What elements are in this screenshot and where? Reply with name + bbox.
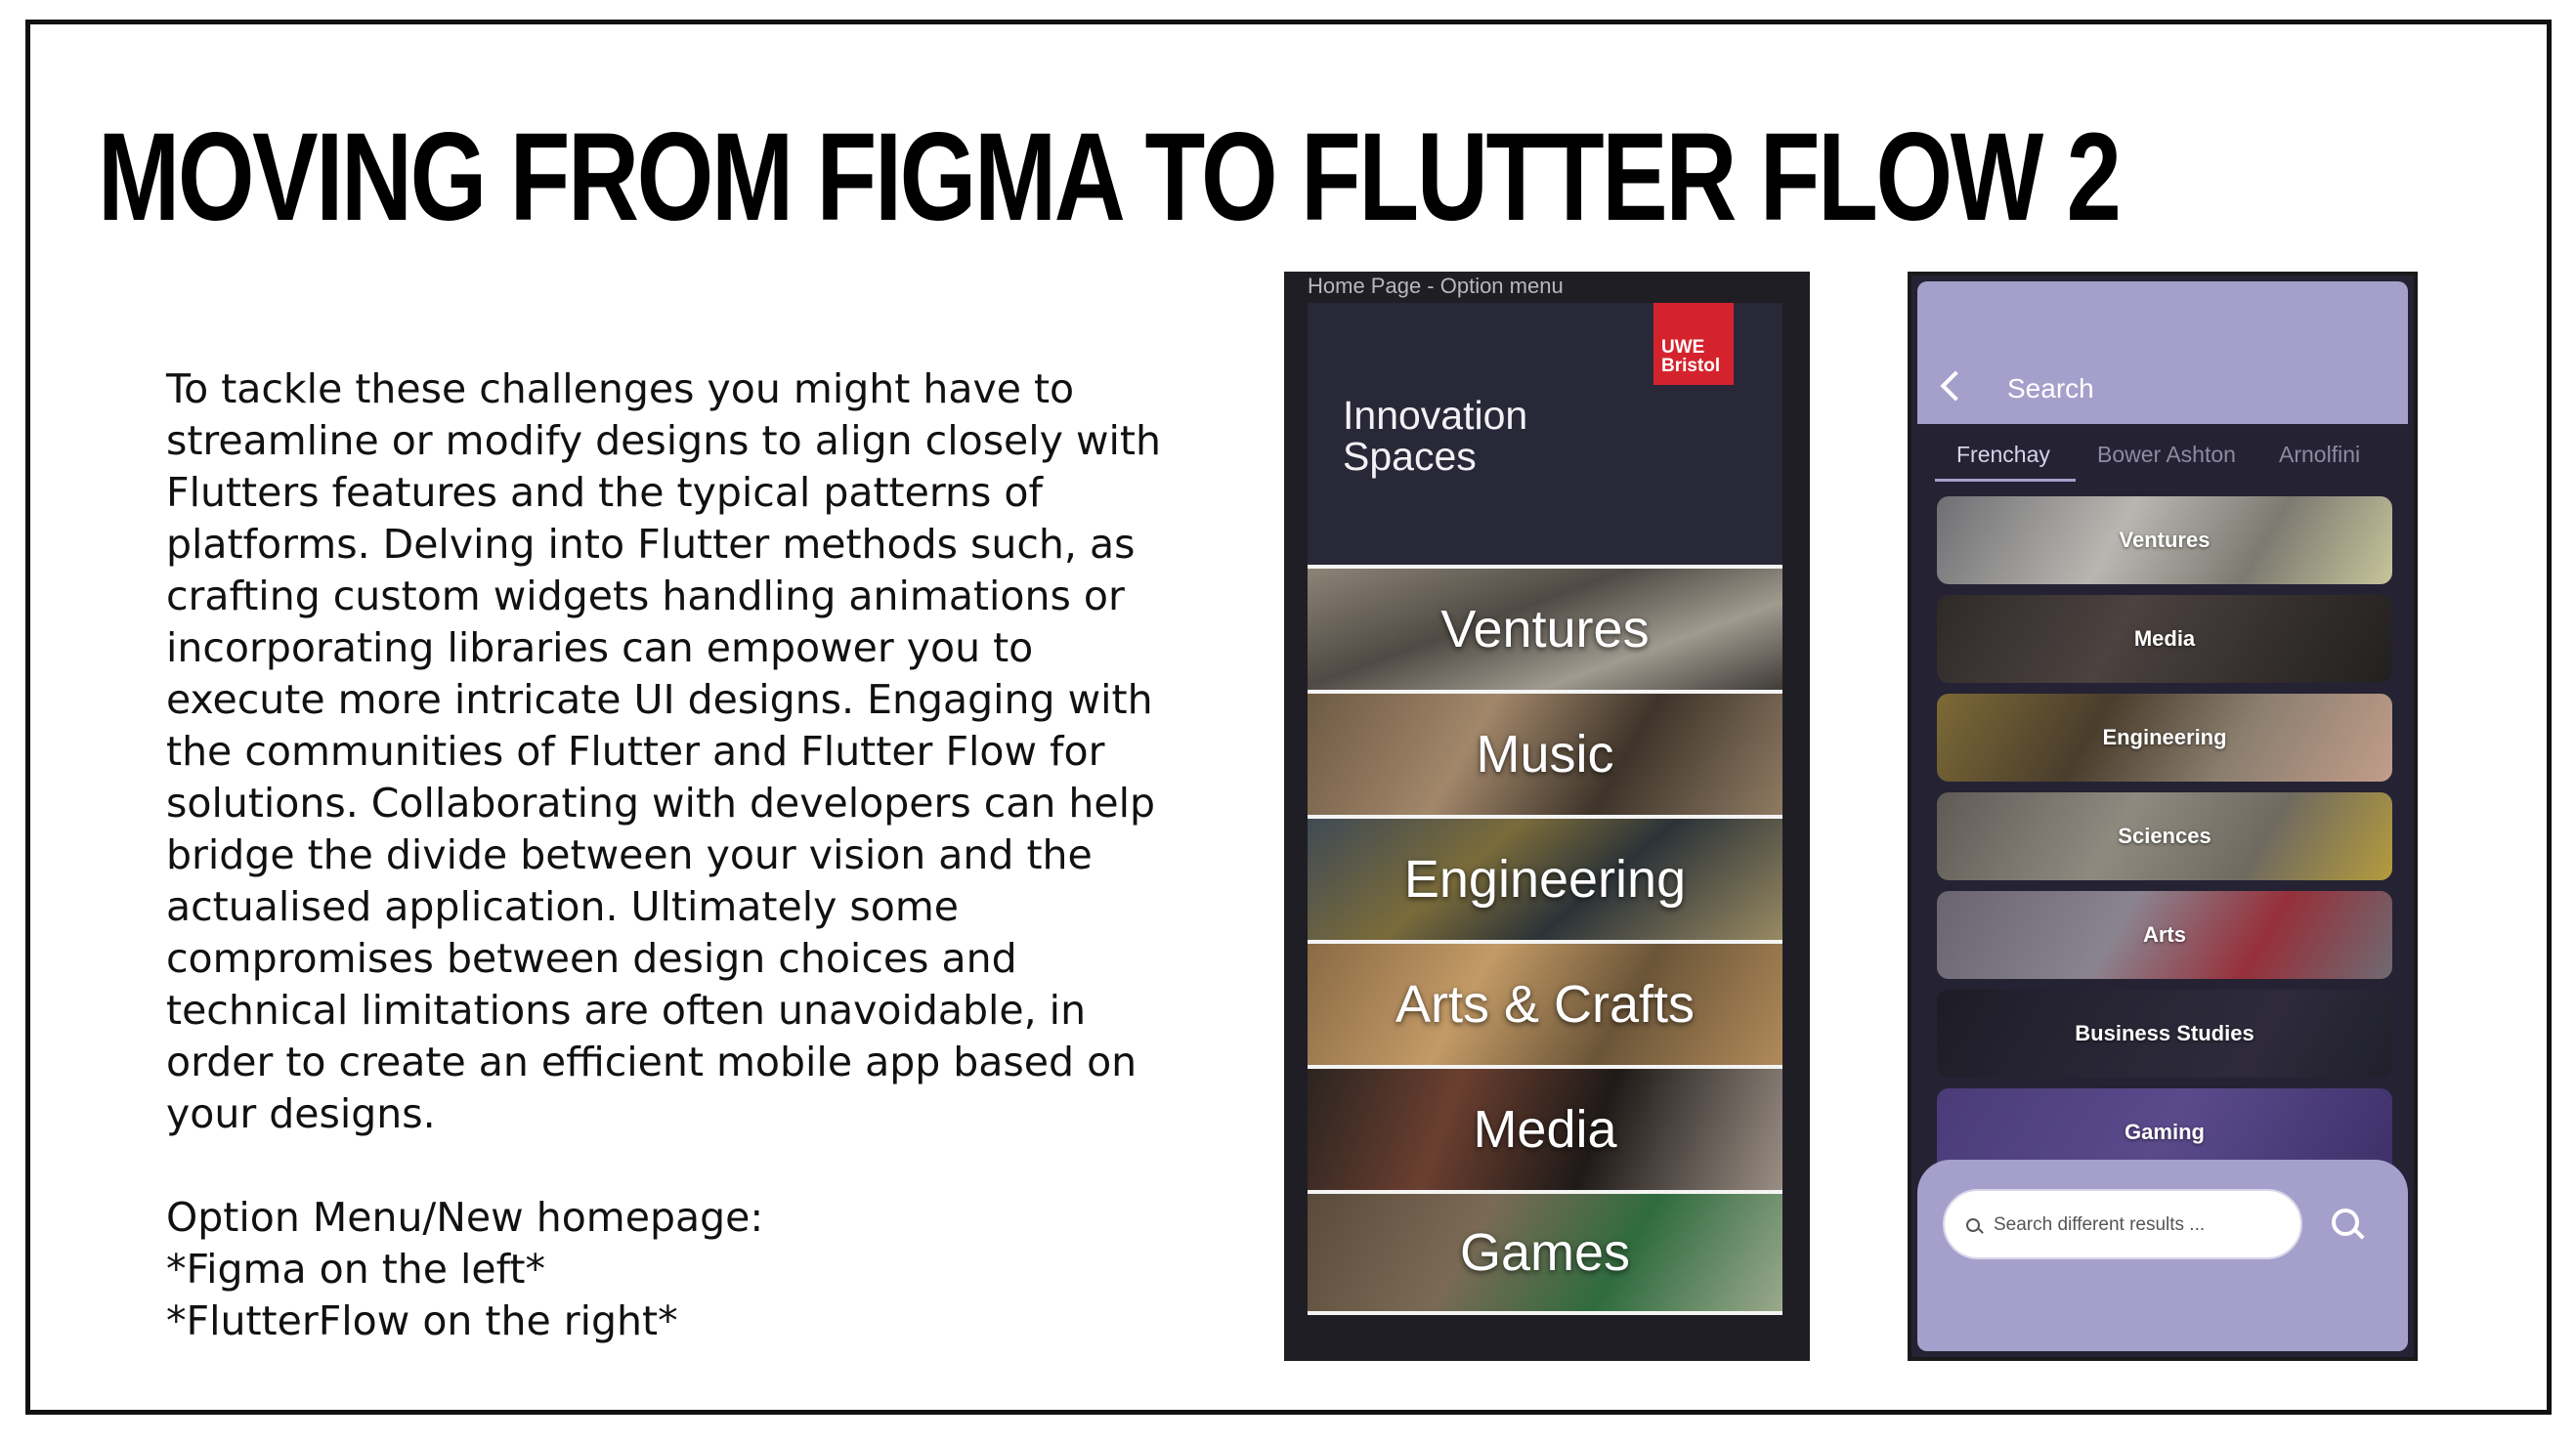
logo-line-2: Bristol [1661, 356, 1721, 376]
active-tab-indicator [1935, 479, 2076, 482]
figma-tile-media[interactable]: Media [1308, 1065, 1782, 1190]
category-card-label: Ventures [2119, 528, 2211, 552]
category-card-label: Media [2133, 626, 2196, 651]
figma-tile-music[interactable]: Music [1308, 690, 1782, 815]
figma-tile-engineering[interactable]: Engineering [1308, 815, 1782, 940]
slide-title: MOVING FROM FIGMA TO FLUTTER FLOW 2 [98, 107, 2122, 247]
flutterflow-mockup: Search Frenchay Bower Ashton Arnolfini V… [1908, 272, 2418, 1361]
figma-tile-games[interactable]: Games [1308, 1190, 1782, 1315]
body-text: To tackle these challenges you might hav… [166, 363, 1182, 1347]
app-bar: Search [1917, 281, 2408, 424]
figma-mockup: Home Page - Option menu UWE Bristol Inno… [1284, 272, 1810, 1361]
figma-heading: Innovation Spaces [1343, 395, 1527, 477]
category-card-label: Sciences [2118, 824, 2211, 848]
figma-tile-label: Arts & Crafts [1395, 975, 1696, 1034]
note-line-2: *Figma on the left* [166, 1246, 545, 1293]
category-card-sciences[interactable]: Sciences [1937, 792, 2392, 880]
search-placeholder: Search different results ... [1994, 1214, 2206, 1235]
tab-frenchay[interactable]: Frenchay [1956, 442, 2050, 468]
uwe-bristol-logo[interactable]: UWE Bristol [1653, 303, 1734, 385]
category-card-label: Gaming [2125, 1120, 2205, 1144]
category-card-media[interactable]: Media [1937, 595, 2392, 683]
category-card-business-studies[interactable]: Business Studies [1937, 990, 2392, 1078]
figma-header: UWE Bristol Innovation Spaces [1308, 303, 1782, 565]
figma-option-list: Ventures Music Engineering Arts & Crafts… [1308, 565, 1782, 1315]
app-bar-title: Search [2007, 373, 2094, 403]
category-card-engineering[interactable]: Engineering [1937, 694, 2392, 782]
heading-line-1: Innovation [1343, 393, 1528, 438]
heading-line-2: Spaces [1343, 434, 1477, 479]
search-icon [1966, 1218, 1980, 1232]
note-line-3: *FlutterFlow on the right* [166, 1297, 678, 1344]
note-line-1: Option Menu/New homepage: [166, 1194, 764, 1241]
search-input[interactable]: Search different results ... [1943, 1189, 2302, 1259]
figma-frame-caption: Home Page - Option menu [1308, 274, 1564, 298]
logo-line-1: UWE [1661, 337, 1705, 358]
figma-tile-label: Ventures [1440, 600, 1650, 658]
figma-tile-label: Engineering [1403, 850, 1687, 909]
campus-tabs: Frenchay Bower Ashton Arnolfini [1935, 432, 2394, 483]
category-card-label: Business Studies [2075, 1021, 2254, 1045]
figma-tile-label: Media [1473, 1100, 1617, 1159]
tab-arnolfini[interactable]: Arnolfini [2279, 442, 2360, 468]
chevron-left-icon[interactable] [1940, 370, 1971, 402]
figma-tile-ventures[interactable]: Ventures [1308, 565, 1782, 690]
tab-bower-ashton[interactable]: Bower Ashton [2097, 442, 2236, 468]
search-panel: Search different results ... [1917, 1160, 2408, 1351]
body-paragraph: To tackle these challenges you might hav… [166, 365, 1161, 1137]
search-icon[interactable] [2332, 1209, 2359, 1236]
figma-tile-label: Games [1459, 1223, 1631, 1282]
category-card-label: Arts [2142, 922, 2186, 947]
category-card-label: Engineering [2102, 725, 2227, 749]
category-list: Ventures Media Engineering Sciences Arts… [1937, 496, 2392, 1187]
figma-tile-arts-crafts[interactable]: Arts & Crafts [1308, 940, 1782, 1065]
category-card-arts[interactable]: Arts [1937, 891, 2392, 979]
figma-tile-label: Music [1476, 725, 1614, 784]
category-card-ventures[interactable]: Ventures [1937, 496, 2392, 584]
